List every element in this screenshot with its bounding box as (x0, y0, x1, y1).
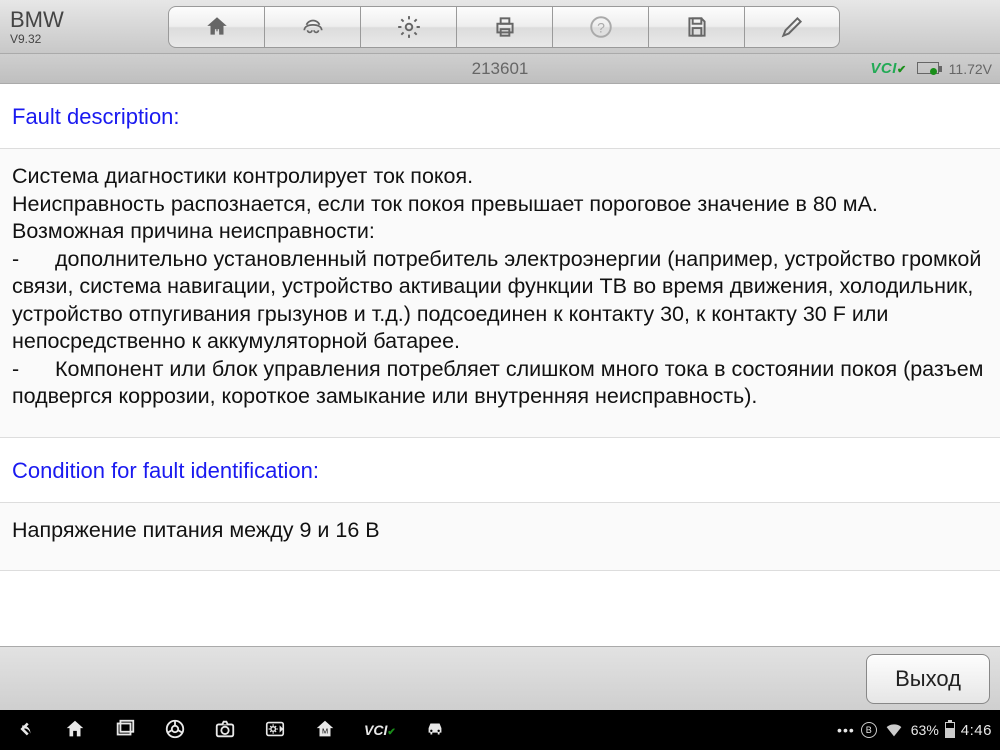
camera-button[interactable] (214, 718, 236, 743)
back-icon (14, 718, 36, 740)
footer-bar: Выход (0, 646, 1000, 710)
battery-icon (917, 61, 939, 77)
brightness-icon (264, 718, 286, 740)
clock: 4:46 (961, 722, 992, 739)
app-version: V9.32 (10, 31, 166, 45)
app-title-box: BMW V9.32 (6, 9, 166, 45)
printer-icon (492, 14, 518, 40)
fault-description-header: Fault description: (0, 84, 1000, 149)
sub-bar-right: VCI✔ 11.72V (870, 60, 992, 77)
help-icon: ? (588, 14, 614, 40)
condition-header: Condition for fault identification: (0, 438, 1000, 503)
app-home-icon: M (314, 718, 336, 740)
fault-code: 213601 (472, 59, 529, 79)
svg-text:M: M (322, 726, 328, 735)
save-button[interactable] (648, 6, 744, 48)
fault-description-body: Система диагностики контролирует ток пок… (0, 149, 1000, 438)
condition-body: Напряжение питания между 9 и 16 В (0, 503, 1000, 572)
sub-bar: 213601 VCI✔ 11.72V (0, 54, 1000, 84)
svg-text:?: ? (597, 19, 605, 35)
pencil-icon (779, 14, 805, 40)
sys-home-icon (64, 718, 86, 740)
battery-pct: 63% (911, 722, 939, 738)
sysbar-right: ••• B 63% 4:46 (837, 718, 992, 743)
vci-indicator: VCI✔ (870, 60, 906, 77)
brightness-button[interactable] (264, 718, 286, 743)
sys-battery-icon (945, 722, 955, 738)
home-icon: M (204, 14, 230, 40)
exit-label: Выход (895, 666, 961, 692)
recents-button[interactable] (114, 718, 136, 743)
toolbar-buttons: M ? (168, 6, 840, 48)
save-icon (684, 14, 710, 40)
bt-icon: B (861, 722, 877, 738)
content-area[interactable]: Fault description: Система диагностики к… (0, 84, 1000, 646)
camera-icon (214, 718, 236, 740)
app-home-button[interactable]: M (314, 718, 336, 743)
top-toolbar: BMW V9.32 M ? (0, 0, 1000, 54)
svg-text:M: M (213, 23, 220, 33)
voltage-label: 11.72V (949, 61, 992, 77)
system-bar: M VCI✔ ••• B 63% 4:46 (0, 710, 1000, 750)
gear-icon (396, 14, 422, 40)
sys-vci-indicator[interactable]: VCI✔ (364, 722, 396, 738)
notification-dots-icon[interactable]: ••• (837, 722, 855, 738)
recents-icon (114, 718, 136, 740)
vehicle-icon (300, 14, 326, 40)
car-icon (424, 718, 446, 740)
vehicle-button[interactable] (264, 6, 360, 48)
car-button[interactable] (424, 718, 446, 743)
sys-home-button[interactable] (64, 718, 86, 743)
print-button[interactable] (456, 6, 552, 48)
edit-button[interactable] (744, 6, 840, 48)
app-title: BMW (10, 9, 166, 31)
help-button[interactable]: ? (552, 6, 648, 48)
settings-button[interactable] (360, 6, 456, 48)
chrome-icon (164, 718, 186, 740)
exit-button[interactable]: Выход (866, 654, 990, 704)
back-button[interactable] (14, 718, 36, 743)
wifi-icon (883, 718, 905, 743)
chrome-button[interactable] (164, 718, 186, 743)
home-button[interactable]: M (168, 6, 264, 48)
